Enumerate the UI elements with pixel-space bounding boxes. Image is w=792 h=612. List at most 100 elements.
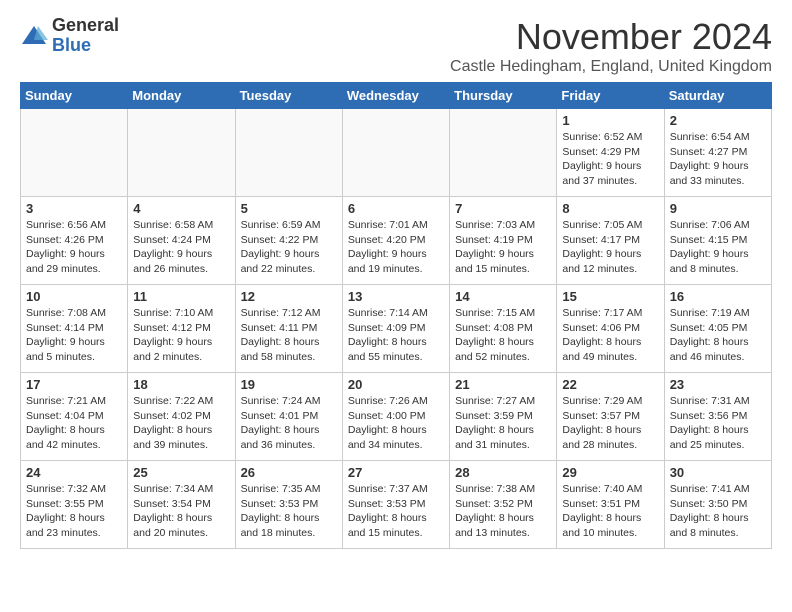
- day-number: 20: [348, 377, 444, 392]
- day-info: Sunrise: 7:03 AM Sunset: 4:19 PM Dayligh…: [455, 218, 551, 277]
- calendar-cell: 23Sunrise: 7:31 AM Sunset: 3:56 PM Dayli…: [664, 373, 771, 461]
- calendar-cell: 2 Sunrise: 6:54 AM Sunset: 4:27 PM Daylig…: [664, 109, 771, 197]
- day-number: 8: [562, 201, 658, 216]
- calendar-cell: [128, 109, 235, 197]
- day-info: Sunrise: 7:24 AM Sunset: 4:01 PM Dayligh…: [241, 394, 337, 453]
- day-info: Sunrise: 7:31 AM Sunset: 3:56 PM Dayligh…: [670, 394, 766, 453]
- day-info: Sunrise: 7:05 AM Sunset: 4:17 PM Dayligh…: [562, 218, 658, 277]
- calendar-cell: 10 Sunrise: 7:08 AM Sunset: 4:14 PM Dayli…: [21, 285, 128, 373]
- calendar-cell: 4 Sunrise: 6:58 AM Sunset: 4:24 PM Daylig…: [128, 197, 235, 285]
- day-info: Sunrise: 7:32 AM Sunset: 3:55 PM Dayligh…: [26, 482, 122, 541]
- title-block: November 2024 Castle Hedingham, England,…: [450, 16, 772, 76]
- logo-general-text: General: [52, 16, 119, 36]
- calendar-cell: 15 Sunrise: 7:17 AM Sunset: 4:06 PM Dayli…: [557, 285, 664, 373]
- calendar-cell: 17 Sunrise: 7:21 AM Sunset: 4:04 PM Dayli…: [21, 373, 128, 461]
- calendar-cell: 27 Sunrise: 7:37 AM Sunset: 3:53 PM Dayli…: [342, 461, 449, 549]
- day-number: 15: [562, 289, 658, 304]
- day-number: 26: [241, 465, 337, 480]
- day-info: Sunrise: 7:29 AM Sunset: 3:57 PM Dayligh…: [562, 394, 658, 453]
- day-info: Sunrise: 7:27 AM Sunset: 3:59 PM Dayligh…: [455, 394, 551, 453]
- calendar-cell: 5 Sunrise: 6:59 AM Sunset: 4:22 PM Daylig…: [235, 197, 342, 285]
- week-row-5: 24 Sunrise: 7:32 AM Sunset: 3:55 PM Dayli…: [21, 461, 772, 549]
- day-info: Sunrise: 7:35 AM Sunset: 3:53 PM Dayligh…: [241, 482, 337, 541]
- day-number: 1: [562, 113, 658, 128]
- calendar-cell: 14 Sunrise: 7:15 AM Sunset: 4:08 PM Dayli…: [450, 285, 557, 373]
- day-info: Sunrise: 7:38 AM Sunset: 3:52 PM Dayligh…: [455, 482, 551, 541]
- day-number: 21: [455, 377, 551, 392]
- day-info: Sunrise: 7:40 AM Sunset: 3:51 PM Dayligh…: [562, 482, 658, 541]
- calendar-cell: [342, 109, 449, 197]
- day-number: 10: [26, 289, 122, 304]
- day-info: Sunrise: 7:10 AM Sunset: 4:12 PM Dayligh…: [133, 306, 229, 365]
- calendar-cell: 3 Sunrise: 6:56 AM Sunset: 4:26 PM Daylig…: [21, 197, 128, 285]
- calendar-cell: 24 Sunrise: 7:32 AM Sunset: 3:55 PM Dayli…: [21, 461, 128, 549]
- day-info: Sunrise: 6:59 AM Sunset: 4:22 PM Dayligh…: [241, 218, 337, 277]
- month-title: November 2024: [450, 16, 772, 58]
- day-number: 27: [348, 465, 444, 480]
- day-info: Sunrise: 6:58 AM Sunset: 4:24 PM Dayligh…: [133, 218, 229, 277]
- calendar-cell: 11 Sunrise: 7:10 AM Sunset: 4:12 PM Dayli…: [128, 285, 235, 373]
- calendar-cell: 7Sunrise: 7:03 AM Sunset: 4:19 PM Daylig…: [450, 197, 557, 285]
- day-number: 4: [133, 201, 229, 216]
- day-number: 16: [670, 289, 766, 304]
- day-number: 14: [455, 289, 551, 304]
- day-info: Sunrise: 7:41 AM Sunset: 3:50 PM Dayligh…: [670, 482, 766, 541]
- calendar-cell: 20 Sunrise: 7:26 AM Sunset: 4:00 PM Dayli…: [342, 373, 449, 461]
- day-number: 5: [241, 201, 337, 216]
- day-number: 2: [670, 113, 766, 128]
- day-info: Sunrise: 7:22 AM Sunset: 4:02 PM Dayligh…: [133, 394, 229, 453]
- day-number: 12: [241, 289, 337, 304]
- logo: General Blue: [20, 16, 119, 56]
- calendar-cell: 21 Sunrise: 7:27 AM Sunset: 3:59 PM Dayli…: [450, 373, 557, 461]
- day-header-wednesday: Wednesday: [342, 83, 449, 109]
- calendar-cell: 19 Sunrise: 7:24 AM Sunset: 4:01 PM Dayli…: [235, 373, 342, 461]
- day-info: Sunrise: 7:15 AM Sunset: 4:08 PM Dayligh…: [455, 306, 551, 365]
- calendar-cell: 26 Sunrise: 7:35 AM Sunset: 3:53 PM Dayli…: [235, 461, 342, 549]
- day-header-friday: Friday: [557, 83, 664, 109]
- logo-icon: [20, 22, 48, 50]
- calendar-cell: 6Sunrise: 7:01 AM Sunset: 4:20 PM Daylig…: [342, 197, 449, 285]
- week-row-1: 1Sunrise: 6:52 AM Sunset: 4:29 PM Daylig…: [21, 109, 772, 197]
- day-number: 3: [26, 201, 122, 216]
- day-info: Sunrise: 7:17 AM Sunset: 4:06 PM Dayligh…: [562, 306, 658, 365]
- week-row-4: 17 Sunrise: 7:21 AM Sunset: 4:04 PM Dayli…: [21, 373, 772, 461]
- day-number: 17: [26, 377, 122, 392]
- calendar-header-row: SundayMondayTuesdayWednesdayThursdayFrid…: [21, 83, 772, 109]
- day-header-sunday: Sunday: [21, 83, 128, 109]
- day-number: 9: [670, 201, 766, 216]
- day-info: Sunrise: 6:56 AM Sunset: 4:26 PM Dayligh…: [26, 218, 122, 277]
- day-header-monday: Monday: [128, 83, 235, 109]
- calendar-cell: 16Sunrise: 7:19 AM Sunset: 4:05 PM Dayli…: [664, 285, 771, 373]
- calendar-cell: 30 Sunrise: 7:41 AM Sunset: 3:50 PM Dayli…: [664, 461, 771, 549]
- location-title: Castle Hedingham, England, United Kingdo…: [450, 58, 772, 76]
- day-info: Sunrise: 7:26 AM Sunset: 4:00 PM Dayligh…: [348, 394, 444, 453]
- calendar-cell: 25Sunrise: 7:34 AM Sunset: 3:54 PM Dayli…: [128, 461, 235, 549]
- day-number: 30: [670, 465, 766, 480]
- day-header-thursday: Thursday: [450, 83, 557, 109]
- day-number: 11: [133, 289, 229, 304]
- calendar-cell: 29 Sunrise: 7:40 AM Sunset: 3:51 PM Dayli…: [557, 461, 664, 549]
- day-header-tuesday: Tuesday: [235, 83, 342, 109]
- calendar-cell: [21, 109, 128, 197]
- day-info: Sunrise: 7:21 AM Sunset: 4:04 PM Dayligh…: [26, 394, 122, 453]
- day-number: 29: [562, 465, 658, 480]
- calendar-cell: 22Sunrise: 7:29 AM Sunset: 3:57 PM Dayli…: [557, 373, 664, 461]
- day-number: 19: [241, 377, 337, 392]
- day-number: 25: [133, 465, 229, 480]
- day-number: 24: [26, 465, 122, 480]
- day-info: Sunrise: 7:37 AM Sunset: 3:53 PM Dayligh…: [348, 482, 444, 541]
- day-info: Sunrise: 7:08 AM Sunset: 4:14 PM Dayligh…: [26, 306, 122, 365]
- week-row-2: 3 Sunrise: 6:56 AM Sunset: 4:26 PM Daylig…: [21, 197, 772, 285]
- day-number: 18: [133, 377, 229, 392]
- day-info: Sunrise: 7:12 AM Sunset: 4:11 PM Dayligh…: [241, 306, 337, 365]
- calendar-cell: 8 Sunrise: 7:05 AM Sunset: 4:17 PM Daylig…: [557, 197, 664, 285]
- logo-blue-text: Blue: [52, 36, 119, 56]
- logo-text: General Blue: [52, 16, 119, 56]
- calendar-cell: 18 Sunrise: 7:22 AM Sunset: 4:02 PM Dayli…: [128, 373, 235, 461]
- day-number: 6: [348, 201, 444, 216]
- calendar-cell: 13Sunrise: 7:14 AM Sunset: 4:09 PM Dayli…: [342, 285, 449, 373]
- week-row-3: 10 Sunrise: 7:08 AM Sunset: 4:14 PM Dayli…: [21, 285, 772, 373]
- calendar-cell: [450, 109, 557, 197]
- page-header: General Blue November 2024 Castle Heding…: [20, 16, 772, 76]
- day-info: Sunrise: 6:54 AM Sunset: 4:27 PM Dayligh…: [670, 130, 766, 189]
